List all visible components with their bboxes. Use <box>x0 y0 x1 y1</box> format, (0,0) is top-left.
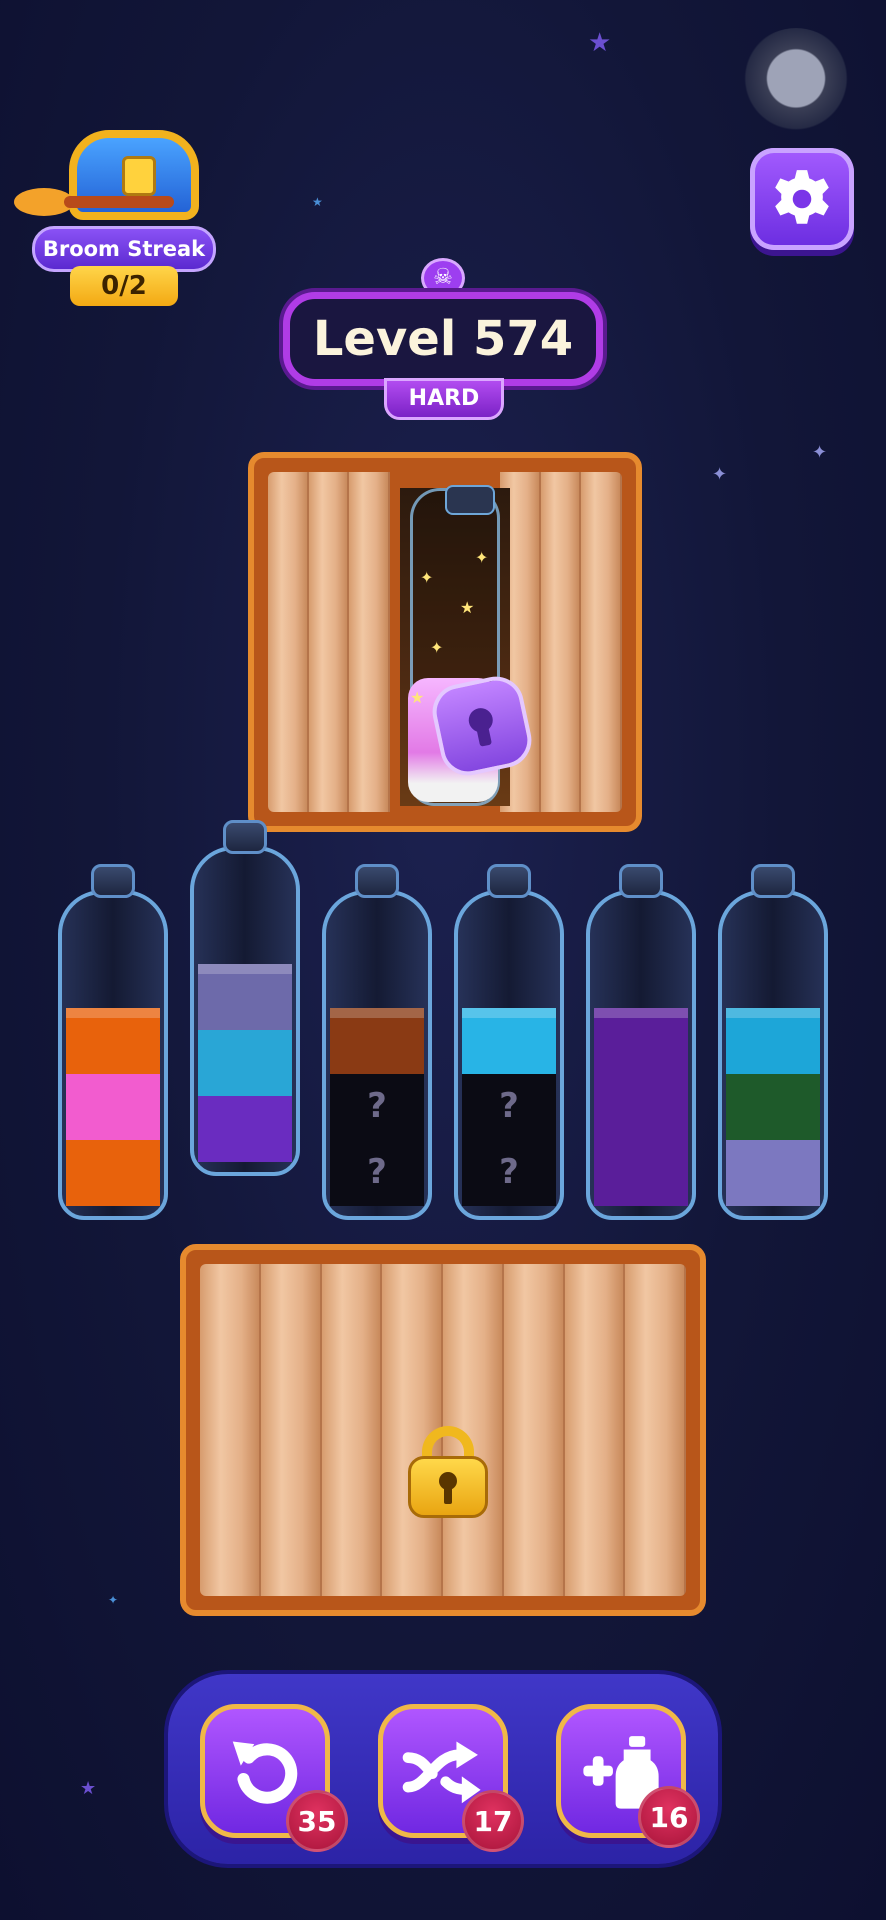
difficulty-badge: HARD <box>384 378 504 420</box>
bottle[interactable] <box>586 864 696 1220</box>
liquid-segment <box>198 1030 292 1096</box>
bottle-glass <box>58 890 168 1220</box>
powerup-toolbar: 35 17 16 <box>168 1674 718 1864</box>
bottle-cap <box>355 864 399 898</box>
bottle-glass: ?? <box>322 890 432 1220</box>
question-mark-icon: ? <box>367 1152 387 1192</box>
star-decoration: ★ <box>588 28 612 58</box>
locked-cabinet-bottom[interactable] <box>180 1244 706 1616</box>
liquid-segment <box>726 1140 820 1206</box>
hidden-liquid-segment: ? <box>462 1074 556 1140</box>
bottle-cap <box>487 864 531 898</box>
bottle[interactable] <box>718 864 828 1220</box>
bottle[interactable] <box>58 864 168 1220</box>
add-bottle-count-badge: 16 <box>638 1786 700 1848</box>
settings-button[interactable] <box>750 148 854 250</box>
star-decoration: ✦ <box>712 464 728 485</box>
bottle-cap <box>619 864 663 898</box>
bottle-cap <box>445 485 495 515</box>
menu-button[interactable] <box>740 28 852 140</box>
liquid-segment <box>66 1008 160 1074</box>
star-decoration: ★ <box>312 195 323 209</box>
undo-count-badge: 35 <box>286 1790 348 1852</box>
liquid-segment <box>726 1074 820 1140</box>
bottle-glass <box>586 890 696 1220</box>
bottle[interactable] <box>190 820 300 1176</box>
bottle-cap <box>751 864 795 898</box>
star-decoration: ★ <box>80 1778 97 1799</box>
gear-icon <box>775 170 829 224</box>
bottle-cap <box>223 820 267 854</box>
question-mark-icon: ? <box>499 1152 519 1192</box>
bottle[interactable]: ?? <box>454 864 564 1220</box>
liquid-segment <box>330 1008 424 1074</box>
liquid-segment <box>594 1008 688 1074</box>
star-decoration: ✦ <box>812 442 828 463</box>
bottle-cap <box>91 864 135 898</box>
star-decoration: ✦ <box>108 1593 119 1607</box>
liquid-segment <box>594 1074 688 1140</box>
liquid-segment <box>66 1140 160 1206</box>
broom-streak-widget[interactable]: Broom Streak 0/2 <box>14 118 216 306</box>
bottle-glass <box>718 890 828 1220</box>
broom-streak-progress: 0/2 <box>70 266 178 306</box>
liquid-segment <box>198 1096 292 1162</box>
liquid-segment <box>594 1140 688 1206</box>
hidden-liquid-segment: ? <box>462 1140 556 1206</box>
level-title: Level 574 <box>283 292 603 386</box>
shuffle-count-badge: 17 <box>462 1790 524 1852</box>
liquid-segment <box>198 964 292 1030</box>
bottle-glass: ?? <box>454 890 564 1220</box>
bottle-glass <box>190 846 300 1176</box>
liquid-segment <box>726 1008 820 1074</box>
locked-cabinet-top[interactable]: ✦ ★ ✦ ✦ ★ ✦ <box>248 452 642 832</box>
question-mark-icon: ? <box>367 1086 387 1126</box>
hidden-liquid-segment: ? <box>330 1140 424 1206</box>
lock-icon <box>408 1426 488 1518</box>
liquid-segment <box>66 1074 160 1140</box>
question-mark-icon: ? <box>499 1086 519 1126</box>
hidden-liquid-segment: ? <box>330 1074 424 1140</box>
liquid-segment <box>462 1008 556 1074</box>
broom-icon <box>14 188 174 216</box>
bottle[interactable]: ?? <box>322 864 432 1220</box>
